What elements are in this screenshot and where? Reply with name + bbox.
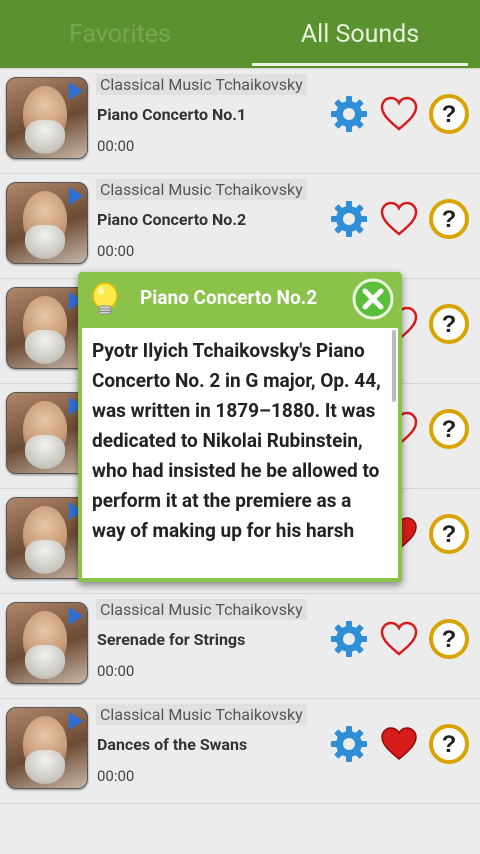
- track-actions: ?: [328, 93, 470, 135]
- portrait-beard: [25, 120, 65, 154]
- composer-label: Classical Music Tchaikovsky: [96, 179, 307, 200]
- track-time: 00:00: [97, 767, 135, 785]
- play-icon[interactable]: [69, 607, 83, 625]
- track-title: Dances of the Swans: [97, 735, 248, 754]
- info-popup: Piano Concerto No.2 Pyotr Ilyich Tchaiko…: [78, 272, 402, 582]
- close-icon[interactable]: [352, 278, 394, 320]
- heart-icon[interactable]: [378, 198, 420, 240]
- portrait-beard: [25, 645, 65, 679]
- gear-icon[interactable]: [328, 93, 370, 135]
- svg-text:?: ?: [442, 416, 457, 443]
- tab-favorites[interactable]: Favorites: [0, 0, 240, 68]
- list-item[interactable]: Classical Music Tchaikovsky Piano Concer…: [0, 69, 480, 174]
- tab-bar: Favorites All Sounds: [0, 0, 480, 68]
- composer-thumbnail[interactable]: [6, 77, 88, 159]
- track-title: Piano Concerto No.1: [97, 105, 247, 124]
- svg-text:?: ?: [442, 626, 457, 653]
- question-icon[interactable]: ?: [428, 408, 470, 450]
- popup-description: Pyotr Ilyich Tchaikovsky's Piano Concert…: [92, 339, 381, 542]
- composer-thumbnail[interactable]: [6, 497, 88, 579]
- track-title: Serenade for Strings: [97, 630, 246, 649]
- play-icon[interactable]: [69, 187, 83, 205]
- composer-label: Classical Music Tchaikovsky: [96, 704, 307, 725]
- list-item[interactable]: Classical Music Tchaikovsky Piano Concer…: [0, 174, 480, 279]
- svg-text:?: ?: [442, 521, 457, 548]
- portrait-beard: [25, 750, 65, 784]
- heart-icon[interactable]: [378, 93, 420, 135]
- play-icon[interactable]: [69, 712, 83, 730]
- track-time: 00:00: [97, 242, 135, 260]
- track-time: 00:00: [97, 662, 135, 680]
- question-icon[interactable]: ?: [428, 93, 470, 135]
- gear-icon[interactable]: [328, 198, 370, 240]
- composer-thumbnail[interactable]: [6, 287, 88, 369]
- popup-title: Piano Concerto No.2: [140, 286, 318, 309]
- question-icon[interactable]: ?: [428, 723, 470, 765]
- gear-icon[interactable]: [328, 618, 370, 660]
- play-icon[interactable]: [69, 82, 83, 100]
- composer-label: Classical Music Tchaikovsky: [96, 74, 307, 95]
- composer-label: Classical Music Tchaikovsky: [96, 599, 307, 620]
- composer-thumbnail[interactable]: [6, 602, 88, 684]
- question-icon[interactable]: ?: [428, 618, 470, 660]
- popup-scrollbar[interactable]: [392, 330, 396, 402]
- question-icon[interactable]: ?: [428, 303, 470, 345]
- popup-body[interactable]: Pyotr Ilyich Tchaikovsky's Piano Concert…: [82, 328, 398, 578]
- svg-text:?: ?: [442, 101, 457, 128]
- heart-icon[interactable]: [378, 618, 420, 660]
- portrait-beard: [25, 225, 65, 259]
- popup-header: Piano Concerto No.2: [78, 272, 402, 328]
- list-item[interactable]: Classical Music Tchaikovsky Serenade for…: [0, 594, 480, 699]
- question-icon[interactable]: ?: [428, 513, 470, 555]
- track-actions: ?: [328, 618, 470, 660]
- svg-text:?: ?: [442, 311, 457, 338]
- question-icon[interactable]: ?: [428, 198, 470, 240]
- composer-thumbnail[interactable]: [6, 707, 88, 789]
- svg-text:?: ?: [442, 731, 457, 758]
- lightbulb-icon: [92, 282, 118, 315]
- svg-text:?: ?: [442, 206, 457, 233]
- track-time: 00:00: [97, 137, 135, 155]
- portrait-beard: [25, 330, 65, 364]
- track-actions: ?: [328, 723, 470, 765]
- track-actions: ?: [328, 198, 470, 240]
- list-item[interactable]: Classical Music Tchaikovsky Dances of th…: [0, 699, 480, 804]
- tab-all-sounds[interactable]: All Sounds: [240, 0, 480, 68]
- portrait-beard: [25, 540, 65, 574]
- gear-icon[interactable]: [328, 723, 370, 765]
- composer-thumbnail[interactable]: [6, 392, 88, 474]
- composer-thumbnail[interactable]: [6, 182, 88, 264]
- track-title: Piano Concerto No.2: [97, 210, 247, 229]
- heart-icon[interactable]: [378, 723, 420, 765]
- portrait-beard: [25, 435, 65, 469]
